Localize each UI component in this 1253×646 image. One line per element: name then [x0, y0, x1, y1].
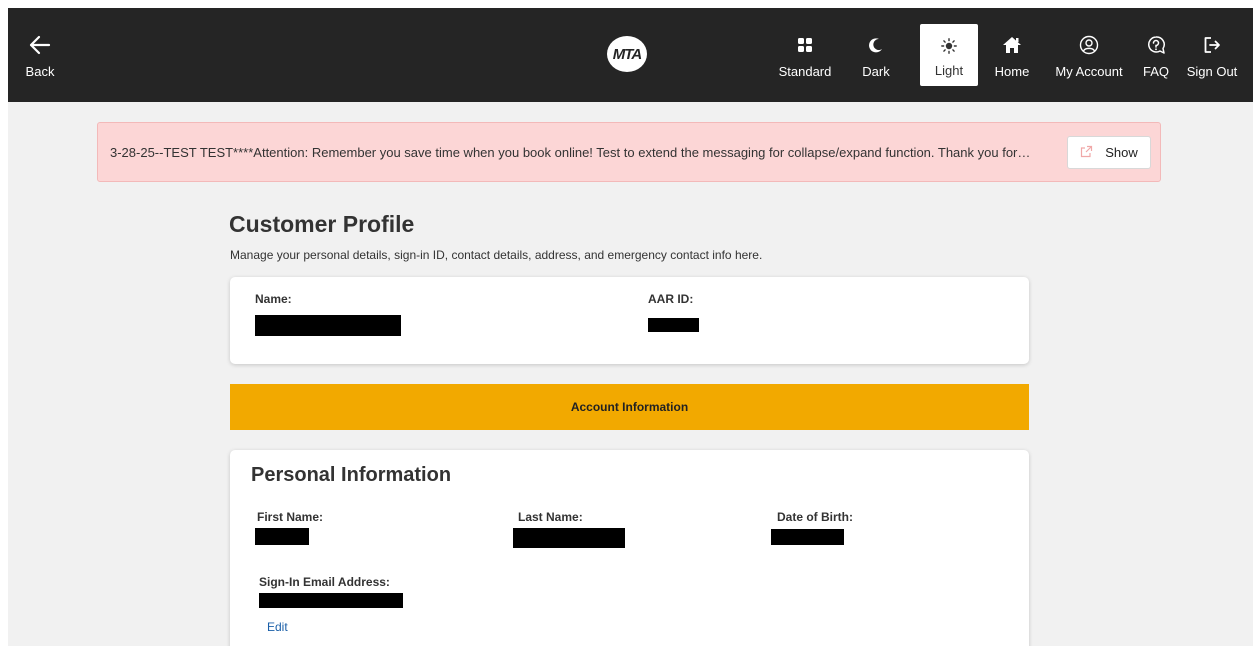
- redacted-date-of-birth: [771, 529, 844, 545]
- personal-information-card: Personal Information First Name: Last Na…: [230, 450, 1029, 646]
- profile-summary-card: Name: AAR ID:: [230, 277, 1029, 364]
- dark-theme-button[interactable]: Dark: [856, 8, 896, 102]
- user-circle-icon: [1079, 32, 1099, 58]
- arrow-left-icon: [29, 32, 51, 58]
- sign-out-label: Sign Out: [1186, 63, 1238, 79]
- external-link-icon: [1080, 145, 1093, 161]
- redacted-first-name: [255, 528, 309, 545]
- sign-out-button[interactable]: Sign Out: [1184, 8, 1240, 102]
- back-button[interactable]: Back: [20, 8, 60, 102]
- light-theme-button[interactable]: Light: [920, 24, 978, 86]
- sign-in-email-label: Sign-In Email Address:: [259, 575, 390, 589]
- standard-theme-button[interactable]: Standard: [774, 8, 836, 102]
- aar-id-label: AAR ID:: [648, 292, 694, 306]
- page-subtitle: Manage your personal details, sign-in ID…: [230, 248, 763, 262]
- my-account-label: My Account: [1055, 63, 1123, 79]
- redacted-aar-id: [648, 318, 699, 332]
- page-title: Customer Profile: [229, 211, 415, 237]
- sign-out-icon: [1202, 32, 1222, 58]
- faq-label: FAQ: [1142, 63, 1169, 79]
- home-button[interactable]: Home: [992, 8, 1032, 102]
- redacted-email: [259, 593, 403, 608]
- account-information-banner[interactable]: Account Information: [230, 384, 1029, 430]
- home-label: Home: [994, 63, 1030, 79]
- standard-label: Standard: [778, 63, 832, 79]
- last-name-label: Last Name:: [518, 510, 583, 524]
- light-label: Light: [934, 62, 964, 78]
- redacted-last-name: [513, 528, 625, 548]
- help-bubble-icon: [1146, 32, 1166, 58]
- name-label: Name:: [255, 292, 292, 306]
- account-information-label: Account Information: [570, 400, 689, 414]
- my-account-button[interactable]: My Account: [1050, 8, 1128, 102]
- show-alert-button[interactable]: Show: [1067, 136, 1151, 169]
- sun-icon: [941, 33, 957, 59]
- personal-information-title: Personal Information: [251, 464, 452, 486]
- dark-label: Dark: [862, 63, 890, 79]
- grid-icon: [797, 32, 813, 58]
- top-navigation-bar: Back MTA Standard Dark Light Home My Acc…: [8, 8, 1253, 102]
- app-frame: Back MTA Standard Dark Light Home My Acc…: [8, 8, 1253, 646]
- first-name-label: First Name:: [257, 510, 324, 524]
- mta-logo: MTA: [607, 36, 647, 72]
- date-of-birth-label: Date of Birth:: [777, 510, 853, 524]
- moon-icon: [868, 32, 884, 58]
- alert-message: 3-28-25--TEST TEST****Attention: Remembe…: [110, 145, 1031, 160]
- faq-button[interactable]: FAQ: [1138, 8, 1174, 102]
- alert-banner: 3-28-25--TEST TEST****Attention: Remembe…: [97, 122, 1161, 182]
- edit-personal-info-link[interactable]: Edit: [267, 620, 288, 634]
- redacted-name: [255, 315, 401, 336]
- show-label: Show: [1105, 145, 1138, 160]
- back-label: Back: [25, 63, 55, 79]
- home-icon: [1002, 32, 1022, 58]
